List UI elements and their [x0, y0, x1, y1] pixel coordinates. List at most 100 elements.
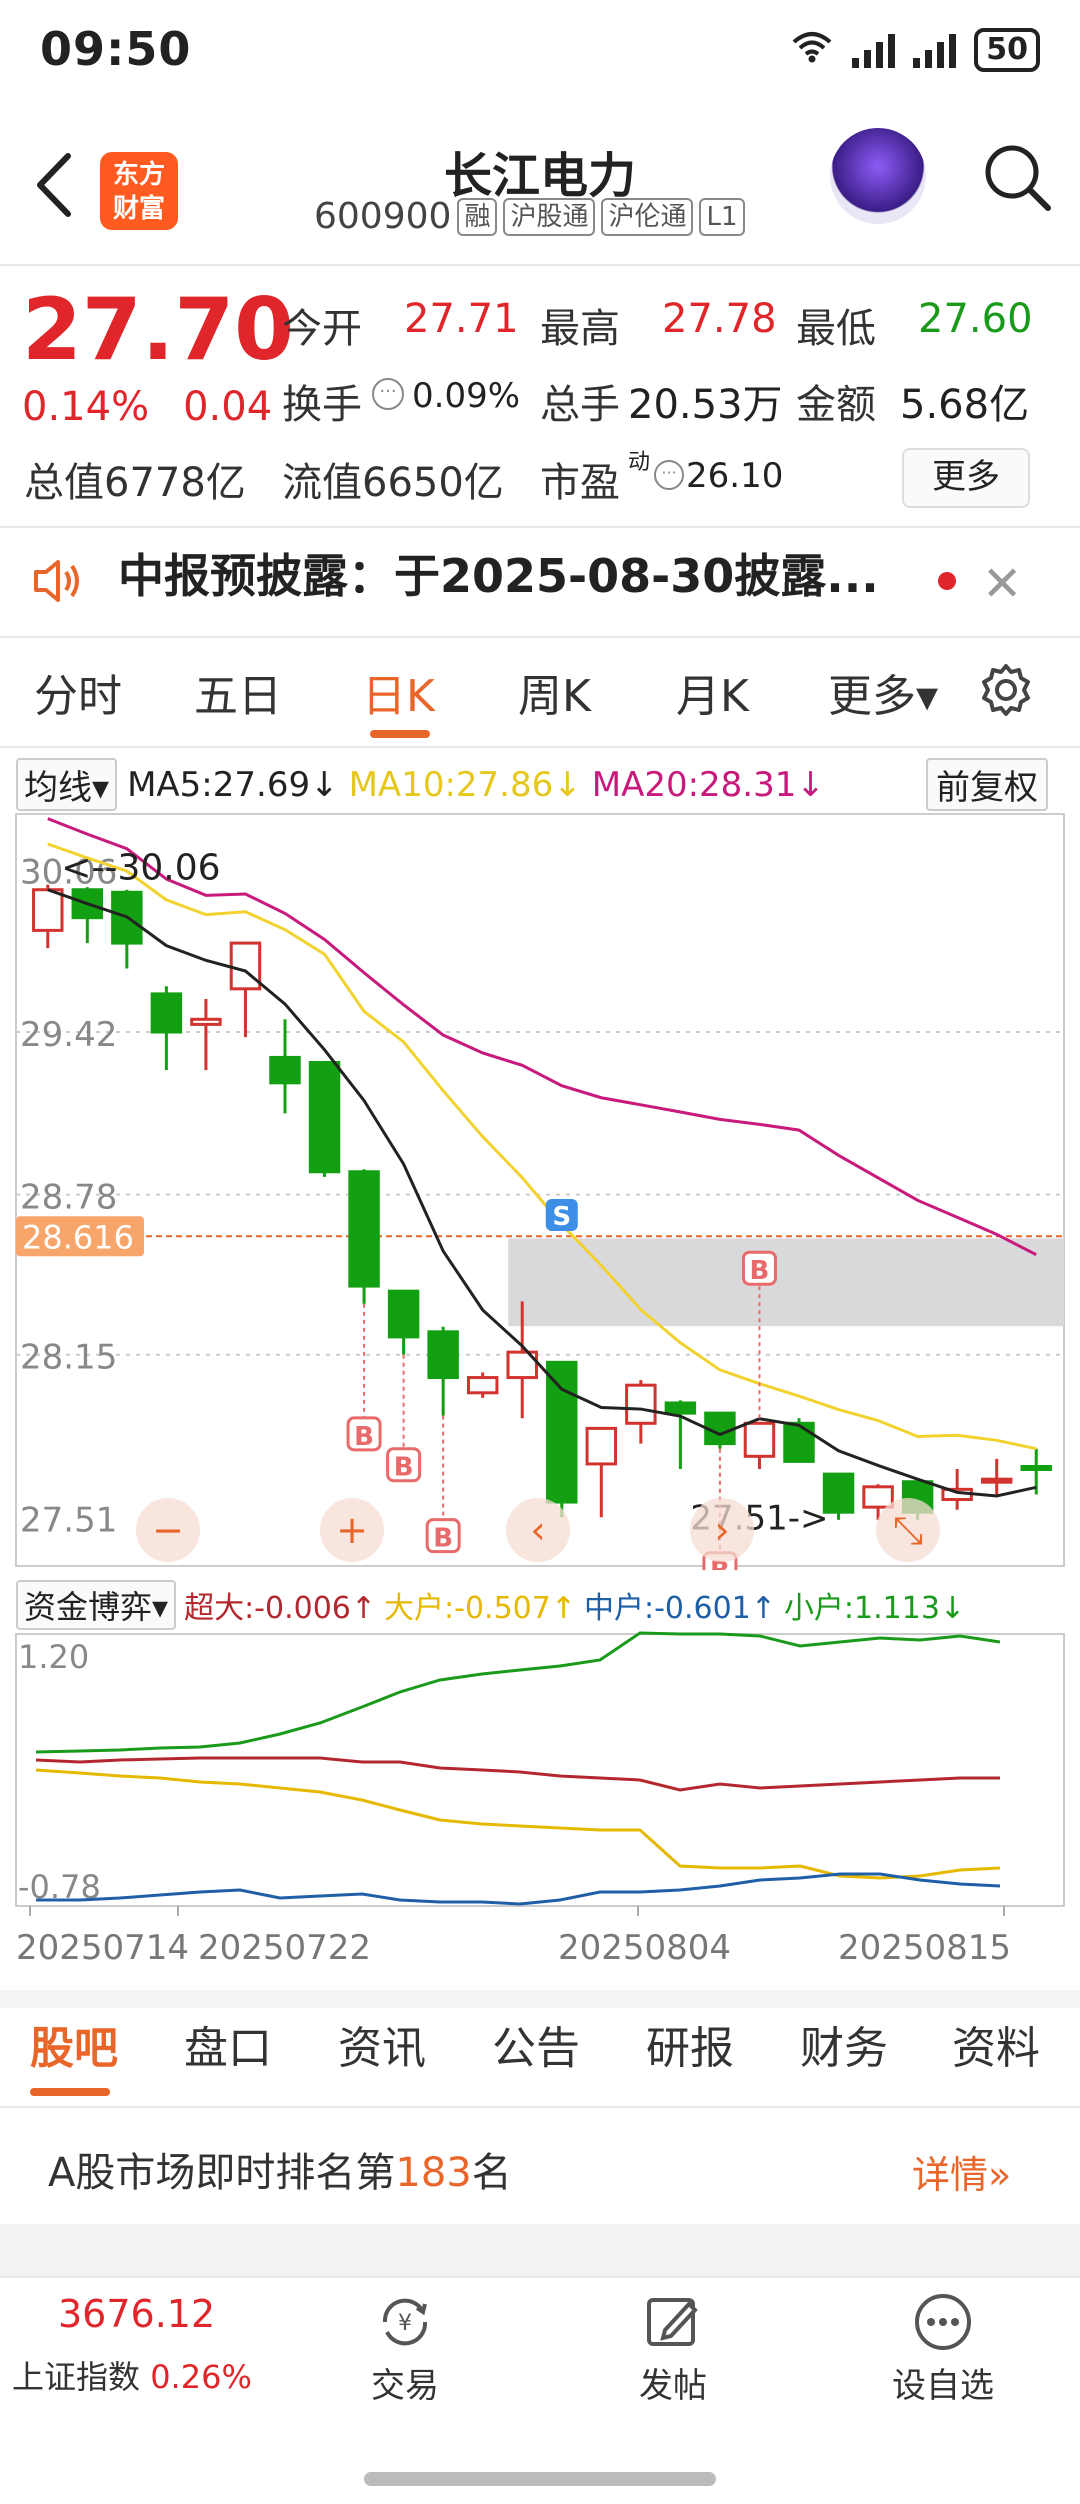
tab-daily-k[interactable]: 日K [362, 660, 435, 724]
trade-button[interactable]: ¥ 交易 [340, 2290, 470, 2407]
large-value: 大户:-0.507↑ [384, 1591, 576, 1626]
trade-label: 交易 [371, 2366, 439, 2406]
y-axis-label: 27.51 [20, 1500, 117, 1540]
tab-research[interactable]: 研报 [646, 2012, 734, 2076]
pe-value: 26.10 [686, 456, 784, 496]
pe-label: 市盈 [540, 460, 620, 506]
rank-number: 183 [395, 2150, 472, 2196]
high-label: 最高 [540, 306, 620, 352]
battery-icon: 50 [974, 28, 1040, 72]
signal-icon [852, 32, 896, 68]
kline-chart[interactable]: 30.0629.4228.7828.1527.5128.616<--30.062… [0, 810, 1080, 1570]
divider [0, 2106, 1080, 2108]
ma5-value: MA5:27.69↓ [127, 764, 339, 805]
tab-profile[interactable]: 资料 [952, 2012, 1040, 2076]
tab-weekly-k[interactable]: 周K [518, 660, 591, 724]
ma5-line [47, 888, 1037, 1498]
watchlist-label: 设自选 [892, 2366, 994, 2406]
open-value: 27.71 [404, 296, 519, 342]
tab-forum[interactable]: 股吧 [30, 2012, 118, 2076]
adjust-button[interactable]: 前复权 [926, 758, 1048, 811]
float-cap: 流值6650亿 [282, 460, 504, 506]
ma20-value: MA20:28.31↓ [591, 764, 825, 805]
settings-gear-icon[interactable] [978, 662, 1034, 729]
search-icon[interactable] [978, 138, 1058, 218]
medium-flow-line [36, 1872, 1001, 1906]
sell-marker: S [552, 1202, 571, 1232]
index-value[interactable]: 3676.12 [58, 2292, 215, 2336]
assistant-avatar[interactable] [830, 128, 926, 224]
volume-label: 总手 [540, 382, 620, 428]
scroll-left-button-glyph: ‹ [530, 1508, 545, 1552]
tab-news[interactable]: 资讯 [338, 2012, 426, 2076]
stock-code-row: 600900 融 沪股通 沪伦通 L1 [314, 196, 745, 237]
home-indicator[interactable] [364, 2472, 716, 2486]
candle-down [387, 1289, 420, 1339]
candle-up [585, 1426, 618, 1466]
stock-code: 600900 [314, 196, 452, 237]
candle-up [743, 1421, 776, 1458]
candle-down [269, 1055, 301, 1085]
buy-marker: B [354, 1422, 374, 1452]
pe-sup: 动 [628, 450, 651, 475]
candle-down [308, 1061, 341, 1174]
candle-down [427, 1330, 459, 1380]
change-value: 0.04 [183, 384, 273, 430]
divider [0, 264, 1080, 266]
buy-marker: B [750, 1256, 770, 1286]
tab-five-day[interactable]: 五日 [194, 660, 282, 724]
ma10-value: MA10:27.86↓ [348, 764, 582, 805]
watchlist-button[interactable]: 设自选 [878, 2290, 1008, 2407]
edit-icon [641, 2290, 705, 2354]
tab-finance[interactable]: 财务 [800, 2012, 888, 2076]
section-gap [0, 2224, 1080, 2276]
more-button[interactable]: 更多 [902, 448, 1030, 508]
candle-up [980, 1477, 1013, 1484]
detail-link[interactable]: 详情» [912, 2144, 1011, 2199]
candle-up [466, 1376, 499, 1395]
status-icons: 50 [790, 28, 1040, 72]
post-button[interactable]: 发帖 [608, 2290, 738, 2407]
scroll-right-button-glyph: › [714, 1508, 729, 1552]
speaker-icon [30, 556, 86, 610]
ma-legend: 均线▾ MA5:27.69↓ MA10:27.86↓ MA20:28.31↓ [16, 758, 825, 811]
open-label: 今开 [282, 306, 362, 352]
ma10-line [47, 842, 1037, 1451]
tab-orderbook[interactable]: 盘口 [184, 2012, 272, 2076]
divider [0, 526, 1080, 528]
large-flow-line [35, 1768, 1001, 1880]
change-percent: 0.14% [22, 384, 150, 430]
info-icon[interactable]: ··· [372, 378, 404, 410]
amount-label: 金额 [796, 382, 876, 428]
candle-up [229, 941, 262, 991]
pe-info-icon[interactable]: ··· [654, 460, 684, 490]
market-rank[interactable]: A股市场即时排名第183名 [48, 2140, 512, 2198]
candle-up [862, 1485, 894, 1509]
tab-monthly-k[interactable]: 月K [676, 660, 749, 724]
tab-more[interactable]: 更多▾ [828, 660, 938, 724]
tab-announcement[interactable]: 公告 [492, 2012, 580, 2076]
indicator-selector[interactable]: 均线▾ [16, 758, 118, 811]
candle-down [348, 1170, 380, 1288]
max-price-note: <--30.06 [61, 847, 220, 888]
subtab-indicator [30, 2088, 110, 2096]
tag-hk-connect: 沪股通 [503, 197, 596, 236]
index-percent: 0.26% [150, 2358, 252, 2396]
y-axis-label: 28.78 [20, 1178, 117, 1218]
fund-flow-selector[interactable]: 资金博弈▾ [16, 1580, 177, 1630]
fund-flow-chart[interactable]: 1.20-0.78 [0, 1630, 1080, 1920]
close-icon[interactable]: ✕ [982, 556, 1022, 612]
status-time: 09:50 [40, 22, 192, 76]
notice-text[interactable]: 中报预披露：于2025-08-30披露... [118, 540, 879, 606]
post-label: 发帖 [639, 2366, 707, 2406]
buy-marker: B [433, 1524, 453, 1554]
divider [0, 2276, 1080, 2278]
price-change-row: 0.14% 0.04 [22, 384, 272, 430]
tag-level: L1 [699, 197, 745, 236]
candle-down [783, 1421, 815, 1463]
tab-intraday[interactable]: 分时 [34, 660, 122, 724]
rank-suffix: 名 [471, 2150, 512, 2196]
candle-up [32, 888, 64, 932]
index-label[interactable]: 上证指数 0.26% [12, 2352, 252, 2398]
candle-down [1020, 1464, 1052, 1471]
